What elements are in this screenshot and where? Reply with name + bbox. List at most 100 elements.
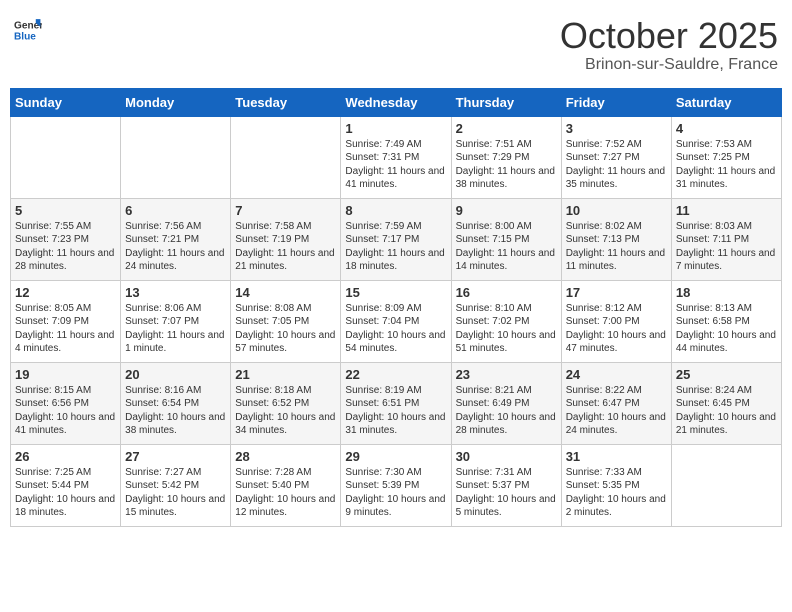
weekday-header-wednesday: Wednesday <box>341 88 451 116</box>
weekday-header-sunday: Sunday <box>11 88 121 116</box>
cell-info: Sunrise: 8:18 AM Sunset: 6:52 PM Dayligh… <box>235 384 336 438</box>
cell-info: Sunrise: 8:21 AM Sunset: 6:49 PM Dayligh… <box>456 384 557 438</box>
calendar-cell: 3 Sunrise: 7:52 AM Sunset: 7:27 PM Daylig… <box>561 116 671 198</box>
day-number: 17 <box>566 285 667 300</box>
title-block: October 2025 Brinon-sur-Sauldre, France <box>560 16 778 74</box>
cell-info: Sunrise: 8:06 AM Sunset: 7:07 PM Dayligh… <box>125 302 226 356</box>
cell-info: Sunrise: 8:24 AM Sunset: 6:45 PM Dayligh… <box>676 384 777 438</box>
cell-info: Sunrise: 7:25 AM Sunset: 5:44 PM Dayligh… <box>15 466 116 520</box>
day-number: 14 <box>235 285 336 300</box>
calendar-cell <box>671 444 781 526</box>
month-title: October 2025 <box>560 16 778 56</box>
day-number: 15 <box>345 285 446 300</box>
calendar-cell: 30 Sunrise: 7:31 AM Sunset: 5:37 PM Dayli… <box>451 444 561 526</box>
cell-info: Sunrise: 7:31 AM Sunset: 5:37 PM Dayligh… <box>456 466 557 520</box>
calendar-cell: 23 Sunrise: 8:21 AM Sunset: 6:49 PM Dayli… <box>451 362 561 444</box>
day-number: 12 <box>15 285 116 300</box>
cell-info: Sunrise: 7:30 AM Sunset: 5:39 PM Dayligh… <box>345 466 446 520</box>
calendar-cell: 1Sunrise: 7:49 AM Sunset: 7:31 PM Daylig… <box>341 116 451 198</box>
day-number: 26 <box>15 449 116 464</box>
weekday-header-row: SundayMondayTuesdayWednesdayThursdayFrid… <box>11 88 782 116</box>
day-number: 23 <box>456 367 557 382</box>
calendar-cell: 17 Sunrise: 8:12 AM Sunset: 7:00 PM Dayli… <box>561 280 671 362</box>
day-number: 5 <box>15 203 116 218</box>
calendar-table: SundayMondayTuesdayWednesdayThursdayFrid… <box>10 88 782 527</box>
calendar-cell: 14 Sunrise: 8:08 AM Sunset: 7:05 PM Dayli… <box>231 280 341 362</box>
calendar-cell: 26 Sunrise: 7:25 AM Sunset: 5:44 PM Dayli… <box>11 444 121 526</box>
cell-info: Sunrise: 8:05 AM Sunset: 7:09 PM Dayligh… <box>15 302 116 356</box>
calendar-cell: 13 Sunrise: 8:06 AM Sunset: 7:07 PM Dayli… <box>121 280 231 362</box>
cell-info: Sunrise: 8:03 AM Sunset: 7:11 PM Dayligh… <box>676 220 777 274</box>
day-number: 29 <box>345 449 446 464</box>
calendar-cell <box>231 116 341 198</box>
cell-info: Sunrise: 8:15 AM Sunset: 6:56 PM Dayligh… <box>15 384 116 438</box>
calendar-cell: 12 Sunrise: 8:05 AM Sunset: 7:09 PM Dayli… <box>11 280 121 362</box>
day-number: 20 <box>125 367 226 382</box>
cell-info: Sunrise: 8:09 AM Sunset: 7:04 PM Dayligh… <box>345 302 446 356</box>
cell-info: Sunrise: 8:16 AM Sunset: 6:54 PM Dayligh… <box>125 384 226 438</box>
day-number: 24 <box>566 367 667 382</box>
svg-text:Blue: Blue <box>14 31 36 42</box>
calendar-cell: 15 Sunrise: 8:09 AM Sunset: 7:04 PM Dayli… <box>341 280 451 362</box>
calendar-cell: 22Sunrise: 8:19 AM Sunset: 6:51 PM Dayli… <box>341 362 451 444</box>
calendar-week-row: 26 Sunrise: 7:25 AM Sunset: 5:44 PM Dayli… <box>11 444 782 526</box>
day-number: 31 <box>566 449 667 464</box>
cell-info: Sunrise: 8:02 AM Sunset: 7:13 PM Dayligh… <box>566 220 667 274</box>
calendar-cell: 8Sunrise: 7:59 AM Sunset: 7:17 PM Daylig… <box>341 198 451 280</box>
calendar-cell: 24 Sunrise: 8:22 AM Sunset: 6:47 PM Dayli… <box>561 362 671 444</box>
calendar-cell: 21 Sunrise: 8:18 AM Sunset: 6:52 PM Dayli… <box>231 362 341 444</box>
cell-info: Sunrise: 7:56 AM Sunset: 7:21 PM Dayligh… <box>125 220 226 274</box>
cell-info: Sunrise: 7:27 AM Sunset: 5:42 PM Dayligh… <box>125 466 226 520</box>
calendar-cell: 28 Sunrise: 7:28 AM Sunset: 5:40 PM Dayli… <box>231 444 341 526</box>
day-number: 28 <box>235 449 336 464</box>
day-number: 11 <box>676 203 777 218</box>
day-number: 16 <box>456 285 557 300</box>
day-number: 30 <box>456 449 557 464</box>
cell-info: Sunrise: 8:22 AM Sunset: 6:47 PM Dayligh… <box>566 384 667 438</box>
calendar-cell: 5Sunrise: 7:55 AM Sunset: 7:23 PM Daylig… <box>11 198 121 280</box>
cell-info: Sunrise: 8:10 AM Sunset: 7:02 PM Dayligh… <box>456 302 557 356</box>
cell-info: Sunrise: 7:49 AM Sunset: 7:31 PM Dayligh… <box>345 138 446 192</box>
calendar-cell: 16 Sunrise: 8:10 AM Sunset: 7:02 PM Dayli… <box>451 280 561 362</box>
logo: General Blue <box>14 16 42 44</box>
calendar-cell: 11 Sunrise: 8:03 AM Sunset: 7:11 PM Dayli… <box>671 198 781 280</box>
cell-info: Sunrise: 7:28 AM Sunset: 5:40 PM Dayligh… <box>235 466 336 520</box>
cell-info: Sunrise: 8:12 AM Sunset: 7:00 PM Dayligh… <box>566 302 667 356</box>
cell-info: Sunrise: 7:58 AM Sunset: 7:19 PM Dayligh… <box>235 220 336 274</box>
logo-icon: General Blue <box>14 16 42 44</box>
day-number: 10 <box>566 203 667 218</box>
day-number: 18 <box>676 285 777 300</box>
day-number: 21 <box>235 367 336 382</box>
cell-info: Sunrise: 8:00 AM Sunset: 7:15 PM Dayligh… <box>456 220 557 274</box>
cell-info: Sunrise: 7:33 AM Sunset: 5:35 PM Dayligh… <box>566 466 667 520</box>
day-number: 3 <box>566 121 667 136</box>
day-number: 4 <box>676 121 777 136</box>
day-number: 8 <box>345 203 446 218</box>
calendar-cell: 18 Sunrise: 8:13 AM Sunset: 6:58 PM Dayli… <box>671 280 781 362</box>
calendar-cell: 27 Sunrise: 7:27 AM Sunset: 5:42 PM Dayli… <box>121 444 231 526</box>
calendar-cell: 7Sunrise: 7:58 AM Sunset: 7:19 PM Daylig… <box>231 198 341 280</box>
calendar-cell: 9Sunrise: 8:00 AM Sunset: 7:15 PM Daylig… <box>451 198 561 280</box>
day-number: 25 <box>676 367 777 382</box>
cell-info: Sunrise: 8:13 AM Sunset: 6:58 PM Dayligh… <box>676 302 777 356</box>
day-number: 27 <box>125 449 226 464</box>
calendar-cell: 19Sunrise: 8:15 AM Sunset: 6:56 PM Dayli… <box>11 362 121 444</box>
cell-info: Sunrise: 7:53 AM Sunset: 7:25 PM Dayligh… <box>676 138 777 192</box>
calendar-week-row: 19Sunrise: 8:15 AM Sunset: 6:56 PM Dayli… <box>11 362 782 444</box>
calendar-week-row: 1Sunrise: 7:49 AM Sunset: 7:31 PM Daylig… <box>11 116 782 198</box>
day-number: 6 <box>125 203 226 218</box>
cell-info: Sunrise: 7:52 AM Sunset: 7:27 PM Dayligh… <box>566 138 667 192</box>
cell-info: Sunrise: 8:08 AM Sunset: 7:05 PM Dayligh… <box>235 302 336 356</box>
weekday-header-saturday: Saturday <box>671 88 781 116</box>
weekday-header-monday: Monday <box>121 88 231 116</box>
calendar-week-row: 12 Sunrise: 8:05 AM Sunset: 7:09 PM Dayli… <box>11 280 782 362</box>
day-number: 13 <box>125 285 226 300</box>
calendar-cell: 20 Sunrise: 8:16 AM Sunset: 6:54 PM Dayli… <box>121 362 231 444</box>
day-number: 2 <box>456 121 557 136</box>
location-subtitle: Brinon-sur-Sauldre, France <box>560 56 778 74</box>
calendar-cell: 10 Sunrise: 8:02 AM Sunset: 7:13 PM Dayli… <box>561 198 671 280</box>
weekday-header-thursday: Thursday <box>451 88 561 116</box>
calendar-cell: 2Sunrise: 7:51 AM Sunset: 7:29 PM Daylig… <box>451 116 561 198</box>
calendar-cell <box>121 116 231 198</box>
calendar-cell: 29 Sunrise: 7:30 AM Sunset: 5:39 PM Dayli… <box>341 444 451 526</box>
